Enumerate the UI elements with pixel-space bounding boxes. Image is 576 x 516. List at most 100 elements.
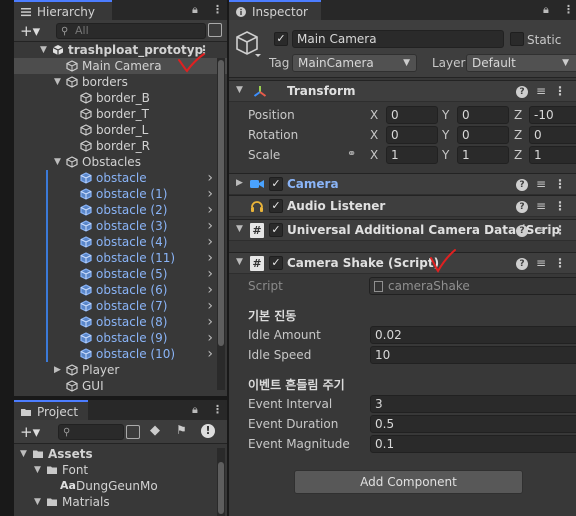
hierarchy-prefab-item[interactable]: obstacle › [14,170,227,186]
foldout-expanded-icon[interactable]: ▼ [34,462,41,478]
transform-component-header[interactable]: ▼ Transform ? ≡ ⋮ [229,80,576,102]
transform-z-field[interactable]: -10 [529,106,576,124]
static-checkbox[interactable] [510,32,524,46]
hierarchy-scroll-thumb[interactable] [218,60,224,346]
foldout-expanded-icon[interactable]: ▼ [20,446,27,462]
component-header[interactable]: ▶ ✓ Camera? ≡ ⋮ [229,173,576,195]
help-icon[interactable]: ? [516,201,528,213]
kebab-menu-icon[interactable]: ⋮ [212,403,223,416]
add-component-button[interactable]: Add Component [294,470,523,494]
hierarchy-item[interactable]: GUI [14,378,227,394]
foldout-expanded-icon[interactable]: ▼ [236,257,243,267]
transform-y-field[interactable]: 0 [457,106,509,124]
chevron-right-icon[interactable]: › [207,218,213,234]
chevron-right-icon[interactable]: › [207,202,213,218]
component-enabled-checkbox[interactable]: ✓ [269,177,283,191]
lock-icon[interactable]: 🔒︎ [192,403,198,417]
hierarchy-prefab-item[interactable]: obstacle (2) › [14,202,227,218]
hierarchy-prefab-item[interactable]: obstacle (8) › [14,314,227,330]
idle-amount-field[interactable]: 0.02 [370,326,576,344]
presets-icon[interactable]: ≡ [536,84,546,98]
camera-shake-enabled-checkbox[interactable]: ✓ [269,256,283,270]
chevron-right-icon[interactable]: › [207,346,213,362]
help-icon[interactable]: ? [516,225,528,237]
presets-icon[interactable]: ≡ [536,223,546,237]
foldout-collapsed-icon[interactable]: ▶ [54,362,61,378]
project-asset-item[interactable]: Aa DungGeunMo [14,478,227,494]
kebab-menu-icon[interactable]: ⋮ [554,177,566,191]
presets-icon[interactable]: ≡ [536,256,546,270]
scene-options-icon[interactable] [208,23,222,37]
gameobject-active-checkbox[interactable]: ✓ [274,32,288,46]
gameobject-name-field[interactable]: Main Camera [292,30,504,48]
kebab-menu-icon[interactable]: ⋮ [212,3,223,16]
presets-icon[interactable]: ≡ [536,199,546,213]
hierarchy-prefab-item[interactable]: obstacle (4) › [14,234,227,250]
hierarchy-search-input[interactable]: ⚲ All [56,23,206,39]
hierarchy-item[interactable]: ▼ Obstacles [14,154,227,170]
foldout-expanded-icon[interactable]: ▼ [34,494,41,510]
create-asset-button[interactable]: +▾ [20,423,40,441]
axis-x-label[interactable]: X [370,146,378,164]
hierarchy-prefab-item[interactable]: obstacle (1) › [14,186,227,202]
event-interval-field[interactable]: 3 [370,395,576,413]
foldout-expanded-icon[interactable]: ▼ [236,224,243,234]
axis-z-label[interactable]: Z [514,126,522,144]
hierarchy-prefab-item[interactable]: obstacle (11) › [14,250,227,266]
help-icon[interactable]: ? [516,258,528,270]
kebab-menu-icon[interactable]: ⋮ [554,199,566,213]
help-icon[interactable]: ? [516,179,528,191]
component-enabled-checkbox[interactable]: ✓ [269,223,283,237]
hierarchy-prefab-item[interactable]: obstacle (7) › [14,298,227,314]
presets-icon[interactable]: ≡ [536,177,546,191]
axis-x-label[interactable]: X [370,126,378,144]
warning-icon[interactable]: ! [201,424,215,438]
project-search-input[interactable]: ⚲ [58,424,124,440]
axis-y-label[interactable]: Y [442,146,449,164]
label-tag-icon[interactable]: ⚑ [176,423,187,437]
hierarchy-item[interactable]: border_B [14,90,227,106]
transform-z-field[interactable]: 1 [529,146,576,164]
project-folder-item[interactable]: ▼ Font [14,462,227,478]
tab-inspector[interactable]: Inspector [229,0,321,20]
constrain-proportions-icon[interactable]: ⚭ [347,147,356,160]
component-header[interactable]: ✓ Audio Listener? ≡ ⋮ [229,195,576,217]
component-header[interactable]: ▼ # ✓ Universal Additional Camera Data (Scr… [229,219,576,241]
hierarchy-item[interactable]: border_T [14,106,227,122]
hierarchy-item[interactable]: border_R [14,138,227,154]
hierarchy-item[interactable]: ▼ borders [14,74,227,90]
transform-x-field[interactable]: 1 [386,146,438,164]
help-icon[interactable]: ? [516,86,528,98]
hierarchy-prefab-item[interactable]: obstacle (6) › [14,282,227,298]
transform-y-field[interactable]: 1 [457,146,509,164]
create-button[interactable]: +▾ [20,22,40,40]
layer-dropdown[interactable]: Default ▼ [466,54,576,72]
axis-z-label[interactable]: Z [514,106,522,124]
kebab-menu-icon[interactable]: ⋮ [563,3,574,16]
idle-speed-field[interactable]: 10 [370,346,576,364]
axis-y-label[interactable]: Y [442,126,449,144]
axis-x-label[interactable]: X [370,106,378,124]
chevron-right-icon[interactable]: › [207,314,213,330]
kebab-menu-icon[interactable]: ⋮ [554,84,566,98]
hierarchy-prefab-item[interactable]: obstacle (5) › [14,266,227,282]
chevron-right-icon[interactable]: › [207,330,213,346]
project-scroll-thumb[interactable] [218,462,224,514]
hierarchy-prefab-item[interactable]: obstacle (10) › [14,346,227,362]
hierarchy-item[interactable]: border_L [14,122,227,138]
foldout-expanded-icon[interactable]: ▼ [40,42,47,58]
foldout-expanded-icon[interactable]: ▼ [54,74,61,90]
chevron-right-icon[interactable]: › [207,170,213,186]
lock-icon[interactable]: 🔒︎ [543,3,549,17]
tab-project[interactable]: Project [14,400,88,420]
chevron-right-icon[interactable]: › [207,282,213,298]
chevron-right-icon[interactable]: › [207,234,213,250]
lock-icon[interactable]: 🔒︎ [192,3,198,17]
chevron-right-icon[interactable]: › [207,250,213,266]
axis-z-label[interactable]: Z [514,146,522,164]
transform-z-field[interactable]: 0 [529,126,576,144]
project-folder-item[interactable]: ▼ Matrials [14,494,227,510]
component-enabled-checkbox[interactable]: ✓ [269,199,283,213]
foldout-expanded-icon[interactable]: ▼ [236,85,243,95]
hierarchy-prefab-item[interactable]: obstacle (9) › [14,330,227,346]
